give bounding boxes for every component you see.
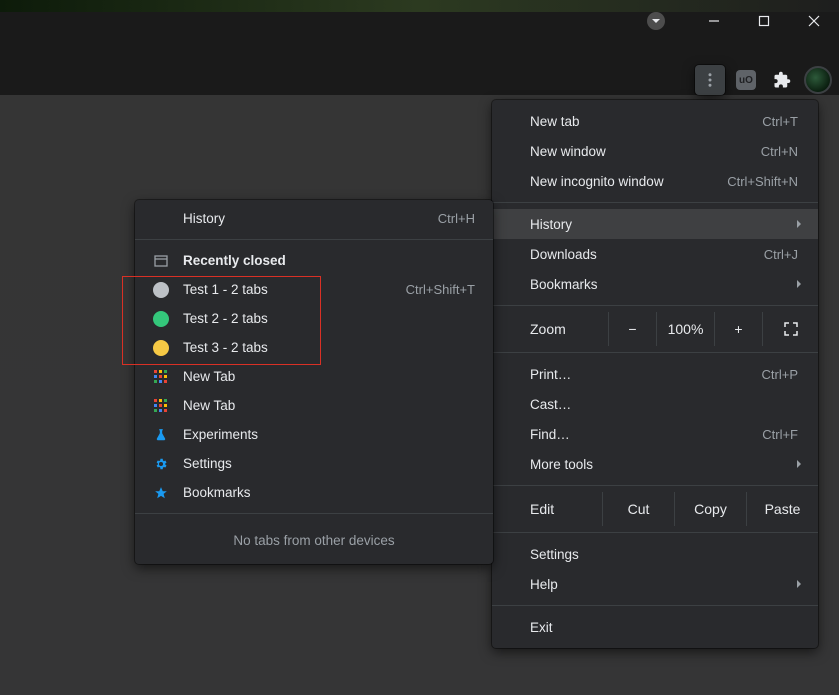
menu-item-shortcut: Ctrl+P bbox=[762, 367, 798, 382]
menu-new-window[interactable]: New window Ctrl+N bbox=[492, 136, 818, 166]
menu-item-label: Test 1 - 2 tabs bbox=[183, 282, 392, 297]
chevron-down-circle-icon[interactable] bbox=[647, 12, 665, 30]
menu-item-label: Exit bbox=[530, 620, 798, 635]
menu-item-label: Test 2 - 2 tabs bbox=[183, 311, 475, 326]
chevron-right-icon bbox=[794, 217, 804, 232]
gear-icon bbox=[153, 457, 169, 471]
menu-help[interactable]: Help bbox=[492, 569, 818, 599]
zoom-out-button[interactable]: − bbox=[608, 312, 656, 346]
menu-item-label: New Tab bbox=[183, 369, 475, 384]
recently-closed-group[interactable]: Test 2 - 2 tabs bbox=[135, 304, 493, 333]
recently-closed-group[interactable]: Test 1 - 2 tabs Ctrl+Shift+T bbox=[135, 275, 493, 304]
menu-item-label: New Tab bbox=[183, 398, 475, 413]
menu-item-label: History bbox=[530, 217, 798, 232]
menu-item-shortcut: Ctrl+H bbox=[438, 211, 475, 226]
chrome-logo-icon bbox=[153, 399, 169, 413]
chevron-right-icon bbox=[794, 457, 804, 472]
menu-item-label: New incognito window bbox=[530, 174, 727, 189]
menu-item-shortcut: Ctrl+Shift+N bbox=[727, 174, 798, 189]
menu-item-shortcut: Ctrl+J bbox=[764, 247, 798, 262]
kebab-menu-icon[interactable] bbox=[695, 65, 725, 95]
browser-toolbar: uO bbox=[695, 60, 833, 100]
zoom-in-button[interactable]: + bbox=[714, 312, 762, 346]
menu-item-shortcut: Ctrl+T bbox=[762, 114, 798, 129]
flask-icon bbox=[153, 428, 169, 442]
menu-item-label: Recently closed bbox=[183, 253, 475, 268]
history-item-new-tab[interactable]: New Tab bbox=[135, 362, 493, 391]
history-item-new-tab[interactable]: New Tab bbox=[135, 391, 493, 420]
menu-item-label: Print… bbox=[530, 367, 762, 382]
history-item-experiments[interactable]: Experiments bbox=[135, 420, 493, 449]
menu-item-label: Find… bbox=[530, 427, 762, 442]
menu-downloads[interactable]: Downloads Ctrl+J bbox=[492, 239, 818, 269]
ublock-extension-icon[interactable]: uO bbox=[731, 65, 761, 95]
fullscreen-button[interactable] bbox=[762, 312, 818, 346]
menu-exit[interactable]: Exit bbox=[492, 612, 818, 642]
paste-button[interactable]: Paste bbox=[746, 492, 818, 526]
recently-closed-group[interactable]: Test 3 - 2 tabs bbox=[135, 333, 493, 362]
window-icon bbox=[153, 255, 169, 267]
close-button[interactable] bbox=[789, 0, 839, 42]
menu-item-label: Cast… bbox=[530, 397, 798, 412]
recently-closed-header: Recently closed bbox=[135, 246, 493, 275]
chevron-right-icon bbox=[794, 577, 804, 592]
menu-edit-row: Edit Cut Copy Paste bbox=[492, 492, 818, 526]
menu-item-shortcut: Ctrl+N bbox=[761, 144, 798, 159]
history-item-settings[interactable]: Settings bbox=[135, 449, 493, 478]
menu-new-incognito[interactable]: New incognito window Ctrl+Shift+N bbox=[492, 166, 818, 196]
history-open-history[interactable]: History Ctrl+H bbox=[135, 204, 493, 233]
main-menu: New tab Ctrl+T New window Ctrl+N New inc… bbox=[492, 100, 818, 648]
menu-new-tab[interactable]: New tab Ctrl+T bbox=[492, 106, 818, 136]
menu-item-label: Help bbox=[530, 577, 798, 592]
menu-item-label: Bookmarks bbox=[530, 277, 798, 292]
edit-label: Edit bbox=[530, 501, 602, 517]
menu-item-label: More tools bbox=[530, 457, 798, 472]
menu-item-label: Test 3 - 2 tabs bbox=[183, 340, 475, 355]
menu-item-shortcut: Ctrl+Shift+T bbox=[406, 282, 475, 297]
menu-item-shortcut: Ctrl+F bbox=[762, 427, 798, 442]
chrome-logo-icon bbox=[153, 370, 169, 384]
minimize-button[interactable] bbox=[689, 0, 739, 42]
menu-item-label: Settings bbox=[530, 547, 798, 562]
no-tabs-from-other-devices: No tabs from other devices bbox=[135, 520, 493, 560]
chevron-right-icon bbox=[794, 277, 804, 292]
zoom-label: Zoom bbox=[530, 321, 608, 337]
star-icon bbox=[153, 486, 169, 500]
history-submenu: History Ctrl+H Recently closed Test 1 - … bbox=[135, 200, 493, 564]
history-item-bookmarks[interactable]: Bookmarks bbox=[135, 478, 493, 507]
menu-settings[interactable]: Settings bbox=[492, 539, 818, 569]
window-titlebar bbox=[0, 0, 839, 42]
tab-group-dot-icon bbox=[153, 311, 169, 327]
tab-group-dot-icon bbox=[153, 282, 169, 298]
menu-cast[interactable]: Cast… bbox=[492, 389, 818, 419]
menu-item-label: Settings bbox=[183, 456, 475, 471]
menu-more-tools[interactable]: More tools bbox=[492, 449, 818, 479]
menu-item-label: No tabs from other devices bbox=[233, 533, 394, 548]
menu-print[interactable]: Print… Ctrl+P bbox=[492, 359, 818, 389]
menu-item-label: Experiments bbox=[183, 427, 475, 442]
zoom-value: 100% bbox=[656, 312, 714, 346]
menu-item-label: New tab bbox=[530, 114, 762, 129]
menu-zoom-row: Zoom − 100% + bbox=[492, 312, 818, 346]
menu-item-label: New window bbox=[530, 144, 761, 159]
menu-bookmarks[interactable]: Bookmarks bbox=[492, 269, 818, 299]
menu-find[interactable]: Find… Ctrl+F bbox=[492, 419, 818, 449]
tab-group-dot-icon bbox=[153, 340, 169, 356]
copy-button[interactable]: Copy bbox=[674, 492, 746, 526]
profile-avatar[interactable] bbox=[803, 65, 833, 95]
menu-item-label: History bbox=[183, 211, 424, 226]
extensions-icon[interactable] bbox=[767, 65, 797, 95]
maximize-button[interactable] bbox=[739, 0, 789, 42]
cut-button[interactable]: Cut bbox=[602, 492, 674, 526]
menu-item-label: Bookmarks bbox=[183, 485, 475, 500]
menu-history[interactable]: History bbox=[492, 209, 818, 239]
menu-item-label: Downloads bbox=[530, 247, 764, 262]
